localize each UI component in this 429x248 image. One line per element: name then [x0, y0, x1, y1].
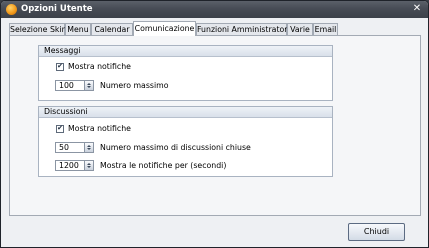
tab-email[interactable]: Email — [313, 23, 338, 35]
tab-selezione-skin[interactable]: Selezione Skin — [9, 23, 67, 35]
discussioni-show-for-row: 1200 Mostra le notifiche per (secondi) — [55, 160, 226, 171]
messaggi-show-notifications-row: ✔ Mostra notifiche — [56, 62, 131, 71]
discussioni-max-closed-row: 50 Numero massimo di discussioni chiuse — [55, 142, 251, 153]
spin-arrows-icon[interactable] — [84, 81, 93, 90]
messaggi-max-number-value[interactable]: 100 — [59, 81, 74, 91]
messaggi-show-notifications-label: Mostra notifiche — [68, 62, 131, 71]
check-icon: ✔ — [57, 62, 63, 70]
discussioni-show-for-label: Mostra le notifiche per (secondi) — [100, 161, 227, 170]
tab-menu[interactable]: Menu — [65, 23, 91, 35]
discussioni-group: Discussioni ✔ Mostra notifiche 50 Numero… — [38, 106, 333, 177]
tab-funzioni-amministratore[interactable]: Funzioni Amministratore — [196, 23, 292, 35]
window-title: Opzioni Utente — [21, 4, 93, 14]
discussioni-show-notifications-row: ✔ Mostra notifiche — [56, 124, 131, 133]
tab-calendar[interactable]: Calendar — [91, 23, 133, 35]
chiudi-button[interactable]: Chiudi — [348, 223, 405, 241]
messaggi-group: Messaggi ✔ Mostra notifiche 100 Numero m… — [38, 45, 333, 101]
tab-varie[interactable]: Varie — [287, 23, 313, 35]
messaggi-max-number-stepper[interactable]: 100 — [55, 80, 94, 91]
discussioni-max-closed-label: Numero massimo di discussioni chiuse — [100, 143, 251, 152]
close-icon[interactable]: ✕ — [411, 3, 423, 15]
app-icon — [6, 4, 17, 15]
title-bar[interactable]: Opzioni Utente ✕ — [1, 1, 428, 18]
tab-comunicazione[interactable]: Comunicazione — [133, 21, 196, 36]
messaggi-header: Messaggi — [39, 46, 332, 57]
discussioni-show-for-stepper[interactable]: 1200 — [55, 160, 94, 171]
options-dialog: Opzioni Utente ✕ Selezione Skin Menu Cal… — [0, 0, 429, 248]
spin-arrows-icon[interactable] — [84, 143, 93, 152]
comunicazione-panel: Messaggi ✔ Mostra notifiche 100 Numero m… — [9, 35, 421, 216]
spin-arrows-icon[interactable] — [84, 161, 93, 170]
tab-strip: Selezione Skin Menu Calendar Comunicazio… — [9, 21, 421, 36]
messaggi-max-number-label: Numero massimo — [100, 81, 169, 90]
discussioni-show-notifications-checkbox[interactable]: ✔ — [56, 124, 64, 133]
check-icon: ✔ — [57, 124, 63, 132]
discussioni-show-notifications-label: Mostra notifiche — [68, 124, 131, 133]
messaggi-max-number-row: 100 Numero massimo — [55, 80, 168, 91]
discussioni-max-closed-stepper[interactable]: 50 — [55, 142, 94, 153]
discussioni-max-closed-value[interactable]: 50 — [59, 143, 69, 153]
messaggi-show-notifications-checkbox[interactable]: ✔ — [56, 62, 64, 71]
discussioni-header: Discussioni — [39, 107, 332, 118]
discussioni-show-for-value[interactable]: 1200 — [59, 161, 79, 171]
